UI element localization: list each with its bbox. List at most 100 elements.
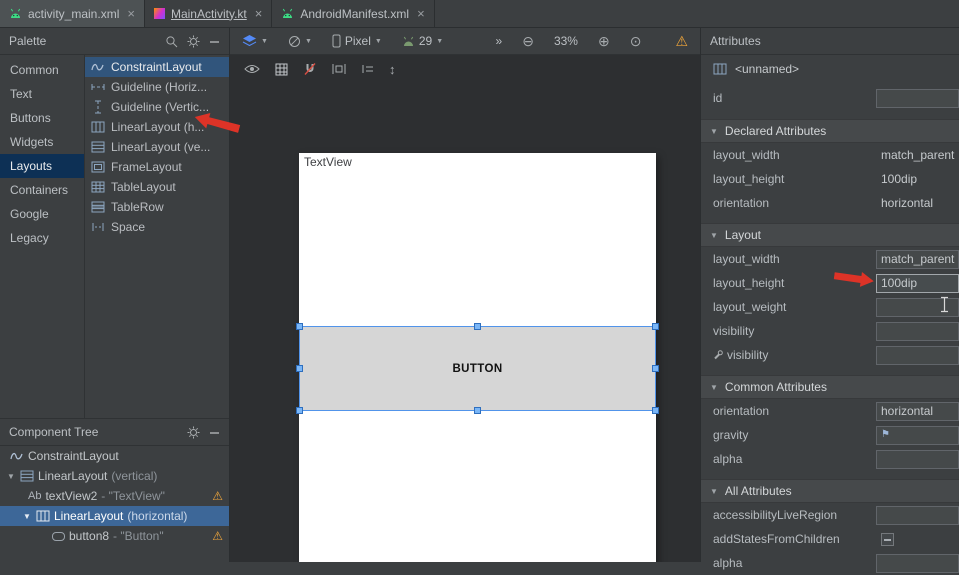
palette-item-constraintlayout[interactable]: ConstraintLayout: [85, 57, 229, 77]
selection-handle[interactable]: [474, 407, 481, 414]
minimize-icon[interactable]: [209, 36, 220, 47]
constraintlayout-icon: [10, 449, 24, 463]
collapse-arrow-icon: ▼: [710, 231, 718, 240]
warning-indicator[interactable]: ⚠: [675, 34, 688, 48]
selection-handle[interactable]: [652, 365, 659, 372]
selection-handle[interactable]: [296, 407, 303, 414]
collapse-arrow-icon[interactable]: ▼: [22, 512, 32, 521]
visibility-field[interactable]: [876, 322, 959, 341]
tree-node-button8[interactable]: button8 - "Button" ⚠: [0, 526, 229, 546]
palette-title: Palette: [9, 34, 46, 48]
attr-value[interactable]: horizontal: [876, 196, 933, 210]
gravity-field[interactable]: ⚑: [876, 426, 959, 445]
component-name: <unnamed>: [735, 62, 799, 76]
attr-row: gravity ⚑: [701, 423, 959, 447]
layout-width-field[interactable]: match_parent: [876, 250, 959, 269]
tree-node-textview2[interactable]: Ab textView2 - "TextView" ⚠: [0, 486, 229, 506]
attr-row: addStatesFromChildren: [701, 527, 959, 551]
palette-item-framelayout[interactable]: FrameLayout: [85, 157, 229, 177]
section-common-attributes[interactable]: ▼ Common Attributes: [701, 375, 959, 399]
selection-handle[interactable]: [296, 365, 303, 372]
api-selector-button[interactable]: 29 ▼: [402, 34, 443, 48]
palette-item-linearlayout-vertical[interactable]: LinearLayout (ve...: [85, 137, 229, 157]
attr-value[interactable]: match_parent: [876, 148, 954, 162]
selected-component-row: <unnamed>: [701, 55, 959, 83]
chevron-down-icon: ▼: [436, 38, 443, 45]
tree-node-constraintlayout[interactable]: ConstraintLayout: [0, 446, 229, 466]
close-icon[interactable]: ×: [417, 7, 425, 20]
zoom-fit-button[interactable]: ⊙: [630, 34, 642, 48]
selection-handle[interactable]: [652, 323, 659, 330]
section-declared-attributes[interactable]: ▼ Declared Attributes: [701, 119, 959, 143]
attr-row: accessibilityLiveRegion: [701, 503, 959, 527]
expand-vertical-icon[interactable]: ↕: [389, 63, 396, 76]
tab-activity-main-xml[interactable]: activity_main.xml ×: [0, 0, 145, 27]
linearlayout-vertical-icon: [20, 469, 34, 483]
gear-icon[interactable]: [187, 426, 200, 439]
framelayout-icon: [91, 160, 105, 174]
textview-widget[interactable]: TextView: [304, 155, 352, 169]
overflow-chevrons-icon[interactable]: »: [496, 34, 503, 48]
palette-item-tablelayout[interactable]: TableLayout: [85, 177, 229, 197]
palette-category-containers[interactable]: Containers: [0, 178, 84, 202]
tree-node-linearlayout-horizontal[interactable]: ▼ LinearLayout (horizontal): [0, 506, 229, 526]
device-canvas[interactable]: TextView BUTTON: [299, 153, 656, 562]
linearlayout-horizontal-icon: [713, 62, 727, 76]
attr-value[interactable]: 100dip: [876, 172, 917, 186]
section-all-attributes[interactable]: ▼ All Attributes: [701, 479, 959, 503]
palette-item-tablerow[interactable]: TableRow: [85, 197, 229, 217]
selection-handle[interactable]: [652, 407, 659, 414]
zoom-out-button[interactable]: ⊖: [522, 34, 534, 48]
left-panel: Palette Common Text Buttons Widgets Layo…: [0, 28, 230, 562]
palette-categories: Common Text Buttons Widgets Layouts Cont…: [0, 55, 85, 418]
palette-category-layouts[interactable]: Layouts: [0, 154, 84, 178]
blueprint-toggle-icon[interactable]: [275, 63, 288, 76]
collapse-arrow-icon[interactable]: ▼: [6, 472, 16, 481]
alpha-field[interactable]: [876, 554, 959, 573]
close-icon[interactable]: ×: [127, 7, 135, 20]
accessibility-live-region-field[interactable]: [876, 506, 959, 525]
palette-item-guideline-horizontal[interactable]: Guideline (Horiz...: [85, 77, 229, 97]
close-icon[interactable]: ×: [255, 7, 263, 20]
text-cursor: [939, 296, 950, 313]
section-layout[interactable]: ▼ Layout: [701, 223, 959, 247]
selected-linearlayout[interactable]: BUTTON: [299, 326, 656, 411]
tools-visibility-field[interactable]: [876, 346, 959, 365]
minimize-icon[interactable]: [209, 427, 220, 438]
tab-mainactivity-kt[interactable]: MainActivity.kt ×: [145, 0, 272, 27]
tab-androidmanifest-xml[interactable]: AndroidManifest.xml ×: [272, 0, 434, 27]
palette-category-widgets[interactable]: Widgets: [0, 130, 84, 154]
alpha-field[interactable]: [876, 450, 959, 469]
device-name: Pixel: [345, 34, 371, 48]
chevron-down-icon: ▼: [261, 38, 268, 45]
zoom-in-button[interactable]: ⊕: [598, 34, 610, 48]
theme-button[interactable]: ▼: [288, 35, 312, 48]
design-mode-button[interactable]: ▼: [242, 34, 268, 48]
collapse-arrow-icon: ▼: [710, 127, 718, 136]
add-states-from-children-checkbox[interactable]: [881, 533, 894, 546]
tablerow-icon: [91, 200, 105, 214]
palette-category-text[interactable]: Text: [0, 82, 84, 106]
tree-node-linearlayout-vertical[interactable]: ▼ LinearLayout (vertical): [0, 466, 229, 486]
palette-category-buttons[interactable]: Buttons: [0, 106, 84, 130]
palette-item-space[interactable]: Space: [85, 217, 229, 237]
orientation-field[interactable]: horizontal: [876, 402, 959, 421]
selection-handle[interactable]: [474, 323, 481, 330]
layout-height-field[interactable]: 100dip: [876, 274, 959, 293]
design-surface[interactable]: ↕ TextView BUTTON: [230, 55, 700, 562]
palette-category-legacy[interactable]: Legacy: [0, 226, 84, 250]
search-icon[interactable]: [165, 35, 178, 48]
selection-handle[interactable]: [296, 323, 303, 330]
device-selector-button[interactable]: Pixel ▼: [332, 34, 382, 48]
gear-icon[interactable]: [187, 35, 200, 48]
clear-constraints-icon[interactable]: [361, 63, 374, 75]
id-field[interactable]: [876, 89, 959, 108]
chevron-down-icon: ▼: [375, 38, 382, 45]
attr-row-id: id: [701, 83, 959, 113]
button-widget[interactable]: BUTTON: [452, 363, 502, 375]
palette-category-common[interactable]: Common: [0, 58, 84, 82]
palette-category-google[interactable]: Google: [0, 202, 84, 226]
default-margins-icon[interactable]: [332, 63, 346, 75]
view-options-icon[interactable]: [244, 63, 260, 75]
autoconnect-off-icon[interactable]: [303, 62, 317, 76]
